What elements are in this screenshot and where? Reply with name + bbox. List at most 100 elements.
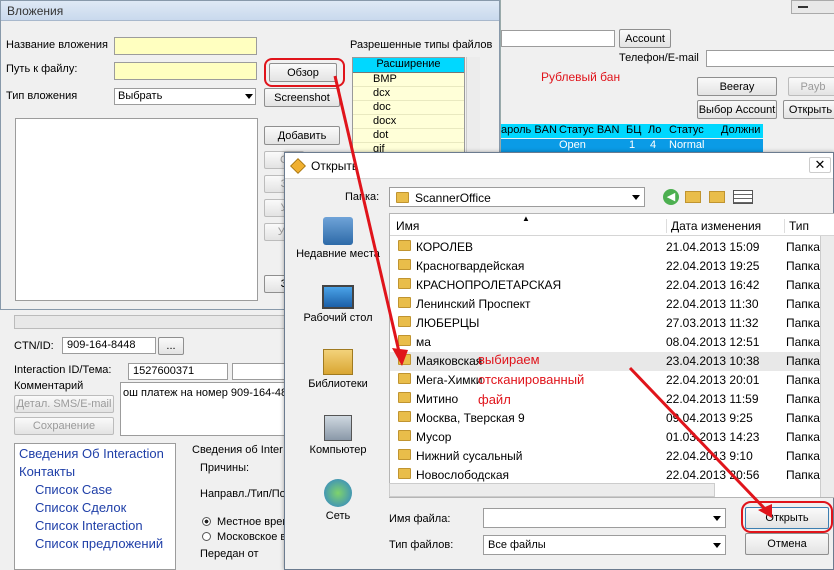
grid-cell: 4 (650, 139, 657, 151)
search-field[interactable] (501, 30, 615, 47)
interaction-panel: CTN/ID: 909-164-8448 ... Interaction ID/… (0, 310, 290, 570)
minimize-icon[interactable] (798, 6, 808, 8)
grid-col[interactable]: БЦ (626, 124, 641, 136)
folder-icon (398, 354, 411, 365)
topic-field[interactable] (232, 363, 290, 380)
place-desktop[interactable]: Рабочий стол (293, 285, 383, 324)
folder-icon (398, 449, 411, 460)
file-row[interactable]: Мусор 01.03.2013 14:23 Папка (390, 428, 830, 447)
radio-button[interactable] (202, 532, 211, 541)
select-account-button[interactable]: Выбор Account (697, 100, 777, 119)
chevron-down-icon[interactable] (713, 543, 721, 548)
file-row[interactable]: Красногвардейская 22.04.2013 19:25 Папка (390, 257, 830, 276)
place-network[interactable]: Сеть (293, 479, 383, 522)
grid-col[interactable]: Должни (721, 124, 760, 136)
extensions-list[interactable]: Расширение BMP dcx doc docx dot gif (352, 57, 465, 153)
grid-row[interactable]: Open 1 4 Normal (501, 139, 763, 153)
file-row[interactable]: Маяковская 23.04.2013 10:38 Папка (390, 352, 830, 371)
screenshot-button[interactable]: Screenshot (264, 88, 340, 107)
file-row[interactable]: Ленинский Проспект 22.04.2013 11:30 Папка (390, 295, 830, 314)
sort-up-icon: ▲ (522, 214, 530, 223)
file-name: Новослободская (416, 468, 510, 482)
path-field[interactable] (114, 62, 257, 80)
ctn-field[interactable]: 909-164-8448 (62, 337, 156, 354)
tree-item[interactable]: Список Сделок (35, 500, 126, 515)
list-item[interactable]: docx (353, 115, 464, 129)
back-icon[interactable]: ◀ (663, 189, 679, 205)
chevron-down-icon[interactable] (245, 94, 253, 99)
add-button[interactable]: Добавить (264, 126, 340, 145)
chevron-down-icon[interactable] (632, 195, 640, 200)
list-item[interactable]: dot (353, 129, 464, 143)
type-select-value: Выбрать (118, 90, 163, 102)
filename-field[interactable] (483, 508, 726, 528)
file-type: Папка (786, 430, 820, 444)
interaction-field[interactable]: 1527600371 (128, 363, 228, 380)
name-field[interactable] (114, 37, 257, 55)
browse-highlight (264, 58, 345, 87)
place-libraries[interactable]: Библиотеки (293, 349, 383, 390)
file-type: Папка (786, 259, 820, 273)
beeray-button[interactable]: Beeray (697, 77, 777, 96)
place-computer[interactable]: Компьютер (293, 415, 383, 456)
open-button[interactable]: Открыть (783, 100, 834, 119)
tree-item[interactable]: Контакты (19, 464, 75, 479)
cancel-button[interactable]: Отмена (745, 533, 829, 555)
list-item[interactable]: dcx (353, 87, 464, 101)
new-folder-icon[interactable] (709, 191, 725, 203)
file-row[interactable]: ЛЮБЕРЦЫ 27.03.2013 11:32 Папка (390, 314, 830, 333)
save-button[interactable]: Сохранение (14, 417, 114, 435)
file-row[interactable]: ма 08.04.2013 12:51 Папка (390, 333, 830, 352)
folder-select[interactable]: ScannerOffice (389, 187, 645, 207)
comment-label: Комментарий (14, 380, 84, 392)
file-date: 27.03.2013 11:32 (666, 316, 759, 330)
account-button[interactable]: Account (619, 29, 671, 48)
grid-col[interactable]: ароль BAN (501, 124, 557, 136)
ctn-more-button[interactable]: ... (158, 337, 184, 355)
phone-field[interactable] (706, 50, 834, 67)
file-name: КРАСНОПРОЛЕТАРСКАЯ (416, 278, 562, 292)
chevron-down-icon[interactable] (713, 516, 721, 521)
radio-button[interactable] (202, 517, 211, 526)
file-name: Маяковская (416, 354, 483, 368)
extensions-scrollbar[interactable] (466, 57, 480, 153)
file-row[interactable]: Митино 22.04.2013 11:59 Папка (390, 390, 830, 409)
file-row[interactable]: Нижний сусальный 22.04.2013 9:10 Папка (390, 447, 830, 466)
ext-column-header[interactable]: Расширение (353, 58, 464, 73)
column-name[interactable]: Имя (396, 219, 419, 233)
grid-col[interactable]: Статус (669, 124, 704, 136)
tree-item[interactable]: Список Interaction (35, 518, 143, 533)
tree-item[interactable]: Список предложений (35, 536, 163, 551)
folder-icon (398, 316, 411, 327)
file-row[interactable]: Мега-Химки 22.04.2013 20:01 Папка (390, 371, 830, 390)
list-item[interactable]: doc (353, 101, 464, 115)
file-row[interactable]: КРАСНОПРОЛЕТАРСКАЯ 22.04.2013 16:42 Папка (390, 276, 830, 295)
horizontal-scrollbar[interactable] (14, 315, 286, 329)
tree-item[interactable]: Сведения Об Interaction (19, 446, 164, 461)
place-recent[interactable]: Недавние места (293, 217, 383, 260)
column-date[interactable]: Дата изменения (666, 219, 761, 233)
payb-button[interactable]: Payb (788, 77, 834, 96)
file-list-scrollbar[interactable] (820, 236, 834, 497)
file-row[interactable]: КОРОЛЕВ 21.04.2013 15:09 Папка (390, 238, 830, 257)
radio-label: Местное врем (217, 516, 290, 528)
filetype-select[interactable]: Все файлы (483, 535, 726, 555)
grid-col[interactable]: Статус BAN (559, 124, 619, 136)
close-icon[interactable]: ✕ (809, 157, 831, 173)
list-item[interactable]: BMP (353, 73, 464, 87)
column-type[interactable]: Тип (784, 219, 809, 233)
file-list[interactable]: Имя ▲ Дата изменения Тип КОРОЛЕВ 21.04.20… (389, 213, 834, 498)
grid-col[interactable]: Ло (648, 124, 661, 136)
type-select[interactable]: Выбрать (114, 88, 256, 105)
file-list-hscroll[interactable] (389, 483, 715, 497)
file-date: 22.04.2013 11:30 (666, 297, 759, 311)
detail-sms-button[interactable]: Детал. SMS/E-mail (14, 395, 114, 413)
view-menu-icon[interactable] (733, 190, 753, 204)
up-folder-icon[interactable] (685, 191, 701, 203)
file-row[interactable]: Москва, Тверская 9 09.04.2013 9:25 Папка (390, 409, 830, 428)
file-date: 22.04.2013 11:59 (666, 392, 759, 406)
interaction-label: Interaction ID/Тема: (14, 364, 112, 376)
tree-item[interactable]: Список Case (35, 482, 112, 497)
comment-field[interactable]: ош платеж на номер 909-164-48 (120, 382, 290, 436)
folder-value: ScannerOffice (415, 191, 491, 205)
